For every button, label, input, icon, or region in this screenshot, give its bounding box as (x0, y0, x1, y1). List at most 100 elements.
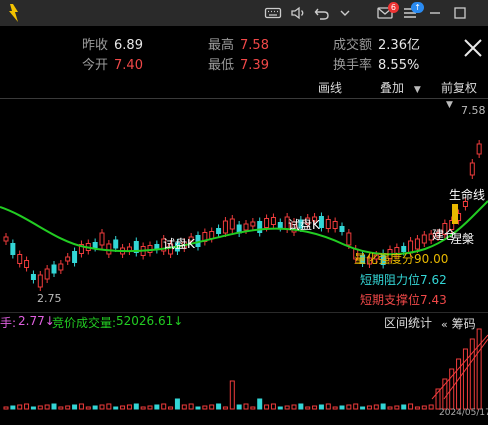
open-price: 今开 7.40 (82, 58, 143, 73)
candle-body (147, 245, 153, 253)
candle-body (92, 242, 98, 248)
volume-bar (120, 405, 126, 410)
volume-bar (421, 405, 427, 410)
chip-button[interactable]: « 筹码 (441, 315, 488, 332)
trial-k-label: 试盘K (163, 237, 195, 251)
volume-bar (140, 406, 146, 410)
volume-bar (229, 380, 235, 410)
volume-icon[interactable] (289, 4, 307, 22)
mail-button[interactable]: 6 (376, 2, 399, 22)
volume-bar (24, 403, 30, 410)
volume-bar (154, 404, 160, 410)
volume-bar (353, 403, 359, 410)
volume-bar (380, 403, 386, 410)
undo-icon[interactable] (313, 4, 331, 22)
app-logo-icon (9, 4, 18, 22)
candle-body (10, 243, 16, 255)
volume-bar (332, 406, 338, 410)
chevron-down-icon[interactable] (336, 4, 354, 22)
hand-label: 手: (0, 316, 17, 330)
candle-body (24, 260, 30, 268)
volume-bar (428, 404, 434, 410)
volume-bar (366, 405, 372, 410)
volume-bar (476, 328, 482, 410)
volume-bar (291, 404, 297, 410)
volume-bar (147, 405, 153, 410)
volume-bar (195, 406, 201, 410)
volume-bar (284, 405, 290, 410)
candle-body (106, 243, 112, 255)
quant-strength-label: 量化强度分90.00 (354, 252, 449, 266)
candle-body (58, 263, 64, 271)
candle-body (264, 218, 270, 228)
candle-body (30, 274, 36, 280)
volume-bar (161, 403, 167, 410)
volume-bar (202, 405, 208, 410)
minimize-icon[interactable] (426, 4, 444, 22)
candle-body (270, 217, 276, 225)
volume-bar (373, 404, 379, 410)
volume-bar (78, 403, 84, 410)
draw-line-button[interactable]: 画线 (318, 79, 342, 96)
volume-bar (394, 405, 400, 410)
volume-bar (92, 405, 98, 410)
candle-body (318, 216, 324, 228)
overlay-dropdown[interactable]: 叠加 ▼ (380, 79, 421, 96)
candle-body (44, 268, 50, 280)
interval-stats-button[interactable]: 区间统计 (384, 314, 432, 331)
update-badge: ↑ (411, 2, 424, 13)
caret-down-icon: ▼ (413, 85, 421, 95)
price-low-label: 2.75 (37, 292, 62, 305)
volume-bar (339, 405, 345, 410)
candle-body (209, 231, 215, 239)
candle-body (476, 143, 482, 155)
candle-body (17, 254, 23, 264)
menu-button[interactable]: ↑ (401, 2, 424, 22)
restore-icon[interactable] (451, 4, 469, 22)
volume-bar (17, 404, 23, 410)
volume-bar (181, 404, 187, 410)
volume-bar (277, 406, 283, 410)
double-chevron-left-icon: « (441, 318, 448, 331)
volume-bar (65, 405, 71, 410)
turnover-rate: 换手率 8.55% (333, 58, 420, 73)
volume-bar (360, 406, 366, 410)
title-bar: 6 ↑ (0, 0, 488, 26)
candle-body (250, 221, 256, 227)
hand-value: 2.77↓ (18, 314, 55, 328)
candle-body (325, 219, 331, 229)
volume-bar (236, 404, 242, 410)
volume-bar (209, 404, 215, 410)
price-top-label: 7.58 (461, 104, 486, 117)
volume-bar (325, 403, 331, 410)
nirvana-label: 涅槃 (450, 232, 475, 246)
candle-body (332, 221, 338, 229)
keyboard-icon[interactable] (264, 4, 282, 22)
candle-body (72, 251, 78, 263)
volume-bar (3, 406, 9, 410)
highlight-candle (452, 204, 458, 224)
candle-body (113, 239, 119, 249)
candle-body (243, 223, 249, 231)
trial-k-label: 试盘K (288, 218, 320, 232)
volume-bar (72, 404, 78, 410)
volume-bar (10, 405, 16, 410)
candle-body (257, 221, 263, 233)
close-icon[interactable] (462, 37, 484, 59)
candle-body (3, 236, 9, 242)
volume-bar (312, 405, 318, 410)
candle-body (37, 274, 43, 288)
candle-body (414, 238, 420, 250)
volume-bar (216, 403, 222, 410)
candle-body (65, 256, 71, 262)
volume-bars (3, 328, 482, 410)
volume-bar (346, 404, 352, 410)
volume-bar (30, 406, 36, 410)
candle-body (469, 162, 475, 176)
auction-value: 52026.61↓ (116, 314, 184, 328)
mail-badge: 6 (387, 2, 399, 13)
candle-body (277, 222, 283, 228)
volume-bar (188, 403, 194, 410)
volume-bar (462, 348, 468, 410)
volume-bar (318, 404, 324, 410)
